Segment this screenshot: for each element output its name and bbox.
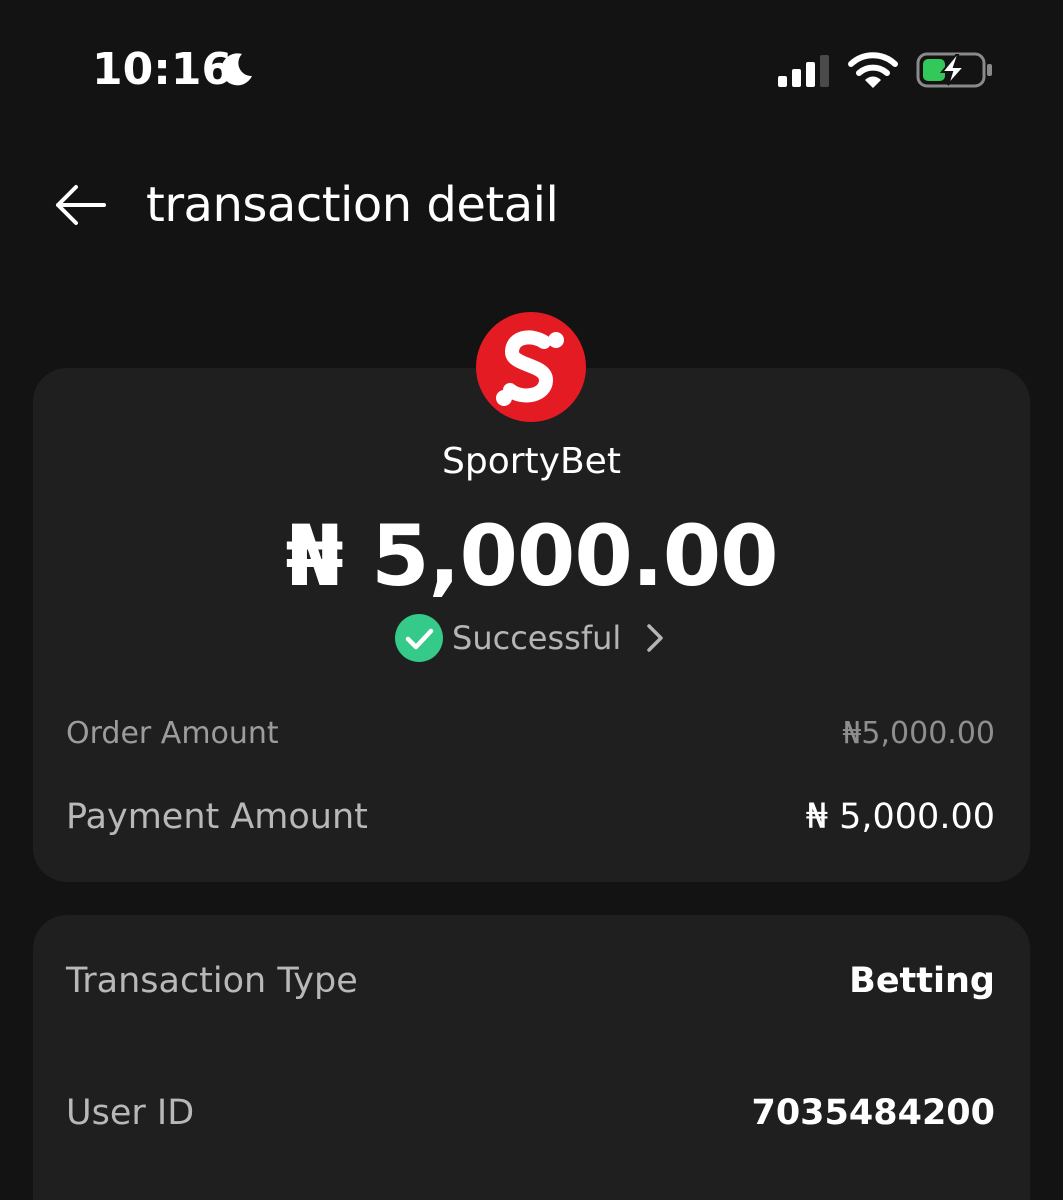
- moon-icon: [221, 53, 252, 86]
- payment-amount-value: ₦ 5,000.00: [805, 797, 995, 837]
- transaction-amount: ₦ 5,000.00: [285, 507, 778, 605]
- user-id-label: User ID: [66, 1093, 195, 1133]
- sportybet-logo: [476, 312, 586, 422]
- user-id-value[interactable]: 7035484200: [751, 1090, 995, 1136]
- page-title: transaction detail: [146, 177, 559, 233]
- transaction-type-label: Transaction Type: [66, 961, 358, 1001]
- check-circle-icon: [395, 614, 443, 662]
- order-amount-value: ₦5,000.00: [842, 716, 995, 751]
- payment-amount-label: Payment Amount: [66, 797, 368, 837]
- signal-icon: [778, 55, 829, 87]
- status-time: 10:16: [92, 44, 233, 95]
- order-amount-label: Order Amount: [66, 716, 279, 751]
- transaction-type-value: Betting: [849, 961, 995, 1001]
- merchant-name: SportyBet: [442, 441, 621, 482]
- chevron-right-icon: [647, 624, 663, 652]
- wifi-icon: [848, 52, 898, 88]
- status-link[interactable]: Successful: [394, 612, 667, 664]
- arrow-left-icon[interactable]: [52, 180, 108, 230]
- transaction-detail-screen: 10:16 transaction detail SportyBet ₦ 5,0…: [0, 0, 1063, 1200]
- battery-charging-icon: [916, 52, 992, 88]
- status-text: Successful: [452, 619, 622, 657]
